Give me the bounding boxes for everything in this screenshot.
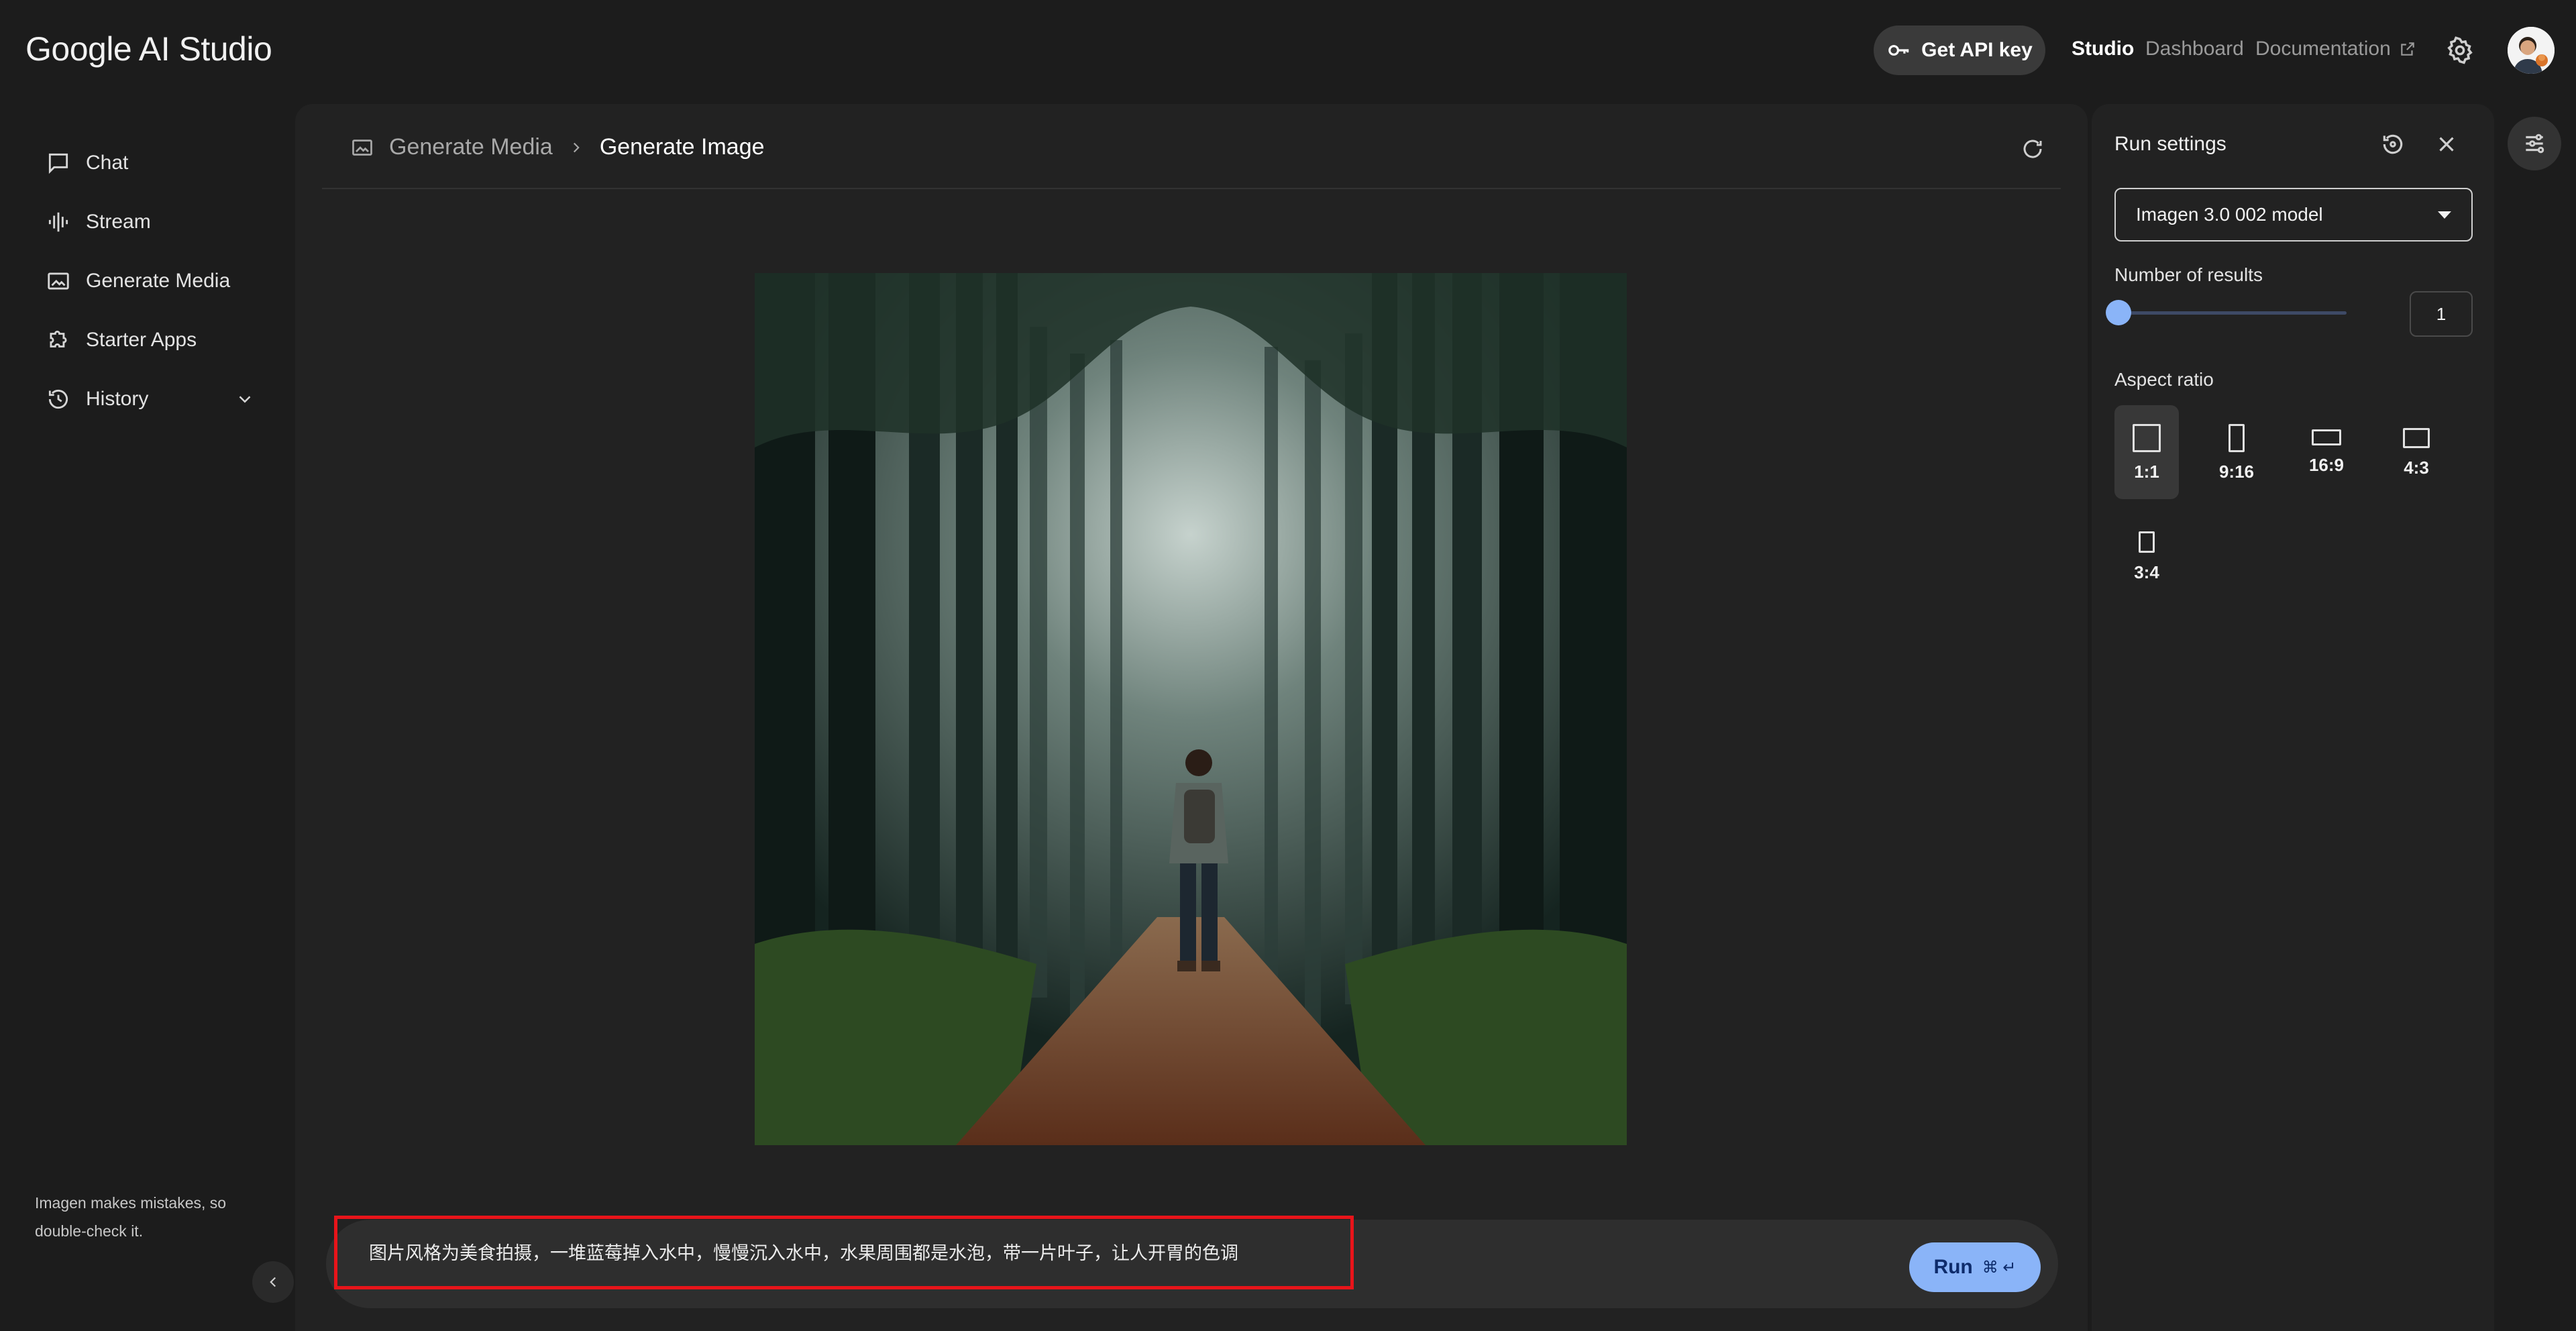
aspect-ratio-label-9-16: 9:16 (2218, 462, 2255, 482)
model-select[interactable]: Imagen 3.0 002 model (2114, 188, 2473, 242)
results-slider-track[interactable] (2118, 311, 2347, 315)
results-slider-thumb[interactable] (2106, 300, 2131, 325)
aspect-ratio-label-1-1: 1:1 (2134, 462, 2159, 482)
chevron-left-icon (270, 1277, 276, 1287)
get-api-key-button[interactable]: Get API key (1874, 25, 2045, 75)
puzzle-icon (50, 330, 67, 348)
sidebar-item-label: Starter Apps (86, 329, 197, 351)
forest-image (755, 273, 1627, 1145)
nav-studio[interactable]: Studio (2072, 38, 2134, 60)
sidebar-item-label: Stream (86, 211, 151, 233)
external-link-icon (2401, 42, 2414, 56)
chevron-down-icon[interactable] (235, 389, 255, 409)
tune-icon (2526, 134, 2544, 154)
collapse-sidebar-button[interactable] (252, 1261, 294, 1303)
history-icon (48, 389, 68, 409)
get-api-key-label: Get API key (1921, 39, 2033, 61)
sidebar-item-chat[interactable]: Chat (46, 146, 128, 180)
run-button[interactable]: Run ⌘ ↵ (1909, 1242, 2041, 1292)
run-settings-panel (2092, 104, 2494, 1331)
aspect-ratio-16-9[interactable]: 16:9 (2294, 405, 2359, 499)
sidebar-item-generate-media[interactable]: Generate Media (46, 264, 230, 298)
aspect-ratio-label-3-4: 3:4 (2134, 562, 2159, 582)
breadcrumb-parent[interactable]: Generate Media (389, 134, 553, 160)
avatar-image (2508, 27, 2555, 74)
sidebar-item-starter-apps[interactable]: Starter Apps (46, 323, 197, 357)
refresh-icon[interactable] (2021, 137, 2045, 161)
generated-image[interactable] (755, 273, 1627, 1145)
aspect-ratio-label: Aspect ratio (2114, 369, 2214, 390)
image-icon (48, 272, 69, 290)
chevron-right-icon (573, 142, 580, 152)
sidebar-item-label: History (86, 388, 149, 410)
number-of-results-label: Number of results (2114, 264, 2263, 285)
aspect-ratio-9-16[interactable]: 9:16 (2204, 405, 2269, 499)
image-icon (352, 139, 372, 156)
square-icon (2133, 424, 2161, 452)
sidebar-item-stream[interactable]: Stream (46, 205, 151, 239)
number-of-results-input[interactable]: 1 (2410, 291, 2473, 337)
run-shortcut: ⌘ ↵ (1982, 1258, 2017, 1277)
key-icon (1888, 45, 1909, 56)
reset-settings-icon[interactable] (2380, 131, 2406, 157)
landscape-icon (2312, 429, 2341, 445)
aspect-ratio-label-16-9: 16:9 (2308, 455, 2345, 475)
close-icon[interactable] (2434, 131, 2459, 157)
nav-documentation-label: Documentation (2255, 38, 2391, 60)
aspect-ratio-label-4-3: 4:3 (2404, 458, 2429, 478)
settings-gear-icon[interactable] (2446, 36, 2474, 64)
breadcrumb: Generate Media Generate Image (350, 134, 765, 160)
chat-icon (48, 153, 68, 174)
sidebar-item-label: Generate Media (86, 270, 231, 292)
page-title: Generate Image (599, 134, 765, 160)
portrait-icon (2229, 424, 2245, 452)
stream-icon (48, 212, 68, 232)
prompt-highlight-box (334, 1216, 1354, 1289)
landscape-icon (2403, 428, 2430, 448)
aspect-ratio-4-3[interactable]: 4:3 (2384, 405, 2449, 499)
disclaimer-text: Imagen makes mistakes, so double-check i… (35, 1194, 227, 1240)
aspect-ratio-3-4[interactable]: 3:4 (2114, 513, 2179, 606)
avatar[interactable] (2508, 27, 2555, 74)
sidebar-item-label: Chat (86, 152, 129, 174)
run-settings-title: Run settings (2114, 133, 2226, 155)
run-label: Run (1933, 1256, 1973, 1278)
app-logo[interactable]: Google AI Studio (25, 30, 272, 68)
caret-down-icon (2438, 211, 2451, 219)
nav-documentation[interactable]: Documentation (2255, 38, 2416, 60)
nav-dashboard[interactable]: Dashboard (2145, 38, 2244, 60)
toggle-run-settings-button[interactable] (2508, 117, 2561, 170)
header-divider (322, 188, 2061, 189)
portrait-icon (2139, 531, 2155, 553)
sidebar-item-history[interactable]: History (46, 382, 148, 416)
aspect-ratio-1-1[interactable]: 1:1 (2114, 405, 2179, 499)
model-select-value: Imagen 3.0 002 model (2136, 204, 2323, 225)
